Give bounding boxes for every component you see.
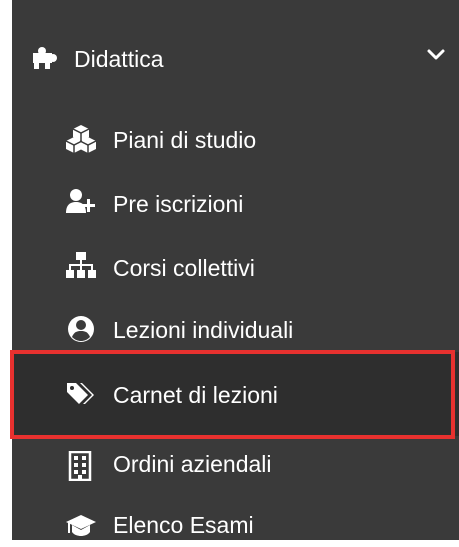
puzzle-piece-icon	[31, 44, 59, 72]
menu-item-ordini-aziendali[interactable]: Ordini aziendali	[12, 436, 459, 498]
graduation-cap-icon	[65, 512, 97, 542]
building-icon	[65, 450, 97, 482]
menu-item-label: Corsi collettivi	[113, 255, 255, 281]
user-circle-icon	[65, 314, 97, 344]
menu-item-corsi-collettivi[interactable]: Corsi collettivi	[12, 231, 459, 293]
menu-item-piani-di-studio[interactable]: Piani di studio	[12, 107, 459, 169]
menu-item-label: Elenco Esami	[113, 512, 254, 538]
tags-icon	[65, 379, 97, 409]
menu-item-label: Pre iscrizioni	[113, 191, 244, 217]
sidebar: Didattica Piani di studio Pre iscrizioni…	[12, 0, 459, 540]
menu-item-carnet-di-lezioni[interactable]: Carnet di lezioni	[12, 352, 459, 436]
menu-item-lezioni-individuali[interactable]: Lezioni individuali	[12, 293, 459, 355]
menu-item-label: Lezioni individuali	[113, 317, 294, 343]
user-plus-icon	[65, 187, 97, 217]
menu-item-pre-iscrizioni[interactable]: Pre iscrizioni	[12, 169, 459, 231]
cubes-icon	[65, 124, 97, 154]
sitemap-icon	[65, 251, 97, 281]
menu-group-label: Didattica	[74, 46, 164, 72]
menu-item-elenco-esami[interactable]: Elenco Esami	[12, 498, 459, 540]
menu-item-label: Ordini aziendali	[113, 451, 272, 477]
chevron-down-icon[interactable]	[425, 43, 447, 65]
menu-group-didattica[interactable]: Didattica	[12, 28, 459, 90]
menu-item-label: Piani di studio	[113, 127, 257, 153]
menu-item-label: Carnet di lezioni	[113, 382, 278, 408]
